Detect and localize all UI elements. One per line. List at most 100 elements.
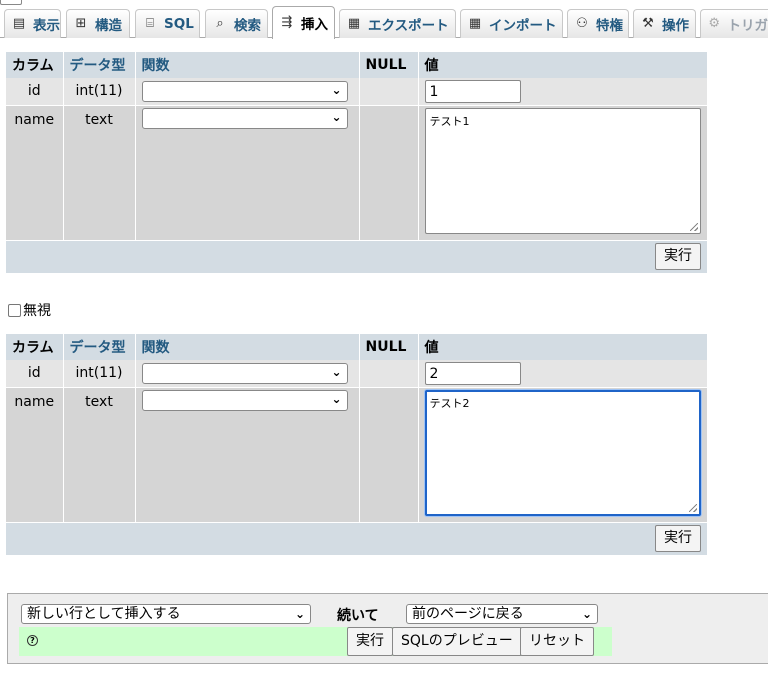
function-header[interactable]: 関数	[135, 52, 360, 78]
tab-sql[interactable]: ⌸ SQL	[135, 9, 200, 38]
chevron-down-icon: ⌄	[581, 607, 592, 621]
browse-icon: ▤	[12, 16, 26, 31]
function-select[interactable]: ⌄	[141, 389, 348, 411]
null-header: NULL	[359, 52, 419, 78]
tab-label: トリガ	[727, 18, 768, 34]
field-row-id: id int(11) ⌄ 1	[6, 78, 708, 106]
function-select[interactable]: ⌄	[141, 362, 348, 384]
tab-label: SQL	[164, 16, 194, 32]
value-input-id[interactable]: 1	[424, 79, 521, 103]
tab-label: 表示	[33, 18, 60, 34]
tab-label: 挿入	[301, 17, 328, 33]
chevron-down-icon: ⌄	[331, 391, 342, 406]
search-icon: ⌕	[216, 16, 224, 31]
insert-icon: ⇶	[281, 15, 293, 30]
tab-search[interactable]: ⌕ 検索	[205, 9, 268, 38]
collapsed-panel-button[interactable]	[0, 0, 22, 5]
insert-table-row-1: カラム データ型 関数 NULL 値 id int(11) ⌄ 1 name t…	[6, 52, 708, 273]
field-name: name	[6, 387, 64, 522]
table-tabs: ▤ 表示 ⊞ 構造 ⌸ SQL ⌕ 検索 ⇶ 挿入 ▦ エクスポート ▦ インポ…	[0, 6, 768, 39]
tab-label: エクスポート	[368, 18, 449, 34]
insert-table-row-2: カラム データ型 関数 NULL 値 id int(11) ⌄ 2 name t…	[6, 334, 708, 555]
value-cell: 1	[418, 78, 708, 106]
go-button[interactable]: 実行	[347, 627, 393, 656]
operations-icon: ⚒	[642, 16, 654, 31]
tab-insert[interactable]: ⇶ 挿入	[272, 6, 335, 39]
tab-browse[interactable]: ▤ 表示	[4, 9, 61, 38]
and-then-label: 続いて	[337, 608, 379, 624]
preview-sql-button[interactable]: SQLのプレビュー	[392, 627, 522, 656]
go-button[interactable]: 実行	[655, 525, 701, 553]
function-header[interactable]: 関数	[135, 334, 360, 360]
value-header: 値	[418, 334, 708, 360]
type-header[interactable]: データ型	[63, 334, 136, 360]
field-type: text	[63, 387, 136, 522]
after-insert-value: 前のページに戻る	[412, 606, 524, 622]
resize-handle[interactable]	[689, 222, 698, 231]
privileges-icon: ⚇	[576, 16, 588, 31]
tab-label: インポート	[489, 18, 557, 34]
chevron-down-icon: ⌄	[331, 109, 342, 124]
chevron-down-icon: ⌄	[294, 607, 305, 621]
column-header: カラム	[6, 52, 64, 78]
function-select[interactable]: ⌄	[141, 107, 348, 129]
tab-import[interactable]: ▦ インポート	[460, 9, 563, 38]
tab-label: 構造	[95, 18, 122, 34]
value-header: 値	[418, 52, 708, 78]
field-name: id	[6, 360, 64, 388]
value-cell: 2	[418, 360, 708, 388]
resize-handle[interactable]	[688, 503, 697, 512]
tab-privileges[interactable]: ⚇ 特権	[567, 9, 629, 38]
null-header: NULL	[359, 334, 419, 360]
sql-icon: ⌸	[146, 16, 154, 31]
row-footer: 実行	[6, 239, 707, 273]
row-footer: 実行	[6, 521, 707, 555]
ignore-checkbox[interactable]	[8, 303, 21, 317]
null-cell	[359, 387, 419, 522]
function-cell: ⌄	[135, 360, 360, 388]
null-cell	[359, 78, 419, 106]
field-row-id: id int(11) ⌄ 2	[6, 360, 708, 388]
chevron-down-icon: ⌄	[331, 364, 342, 379]
insert-mode-value: 新しい行として挿入する	[27, 606, 181, 622]
chevron-down-icon: ⌄	[331, 82, 342, 97]
value-textarea-name[interactable]: テスト1	[424, 107, 701, 234]
submit-options-panel: 新しい行として挿入する ⌄ 続いて 前のページに戻る ⌄ ? 実行 SQLのプレ…	[7, 593, 768, 664]
function-cell: ⌄	[135, 387, 360, 522]
field-type: int(11)	[63, 360, 136, 388]
ignore-label: 無視	[23, 303, 51, 319]
help-icon[interactable]: ?	[27, 635, 38, 646]
go-button[interactable]: 実行	[655, 243, 701, 271]
tab-triggers[interactable]: ⚙ トリガ	[700, 9, 768, 38]
ignore-option[interactable]: 無視	[8, 300, 51, 320]
textarea-value: テスト2	[429, 396, 470, 410]
triggers-icon: ⚙	[708, 16, 721, 31]
tab-structure[interactable]: ⊞ 構造	[66, 9, 130, 38]
null-cell	[359, 105, 419, 240]
insert-mode-select[interactable]: 新しい行として挿入する ⌄	[21, 604, 311, 624]
after-insert-select[interactable]: 前のページに戻る ⌄	[406, 604, 598, 624]
tab-label: 検索	[234, 18, 261, 34]
value-cell: テスト2	[418, 387, 708, 522]
null-cell	[359, 360, 419, 388]
import-icon: ▦	[468, 16, 482, 31]
field-type: int(11)	[63, 78, 136, 106]
reset-button[interactable]: リセット	[520, 627, 594, 656]
tab-export[interactable]: ▦ エクスポート	[339, 9, 456, 38]
field-name: id	[6, 78, 64, 106]
field-row-name: name text ⌄ テスト2	[6, 387, 708, 522]
function-select[interactable]: ⌄	[141, 80, 348, 102]
value-input-id[interactable]: 2	[424, 361, 521, 385]
function-cell: ⌄	[135, 78, 360, 106]
field-row-name: name text ⌄ テスト1	[6, 105, 708, 240]
field-type: text	[63, 105, 136, 240]
tab-operations[interactable]: ⚒ 操作	[633, 9, 696, 38]
export-icon: ▦	[347, 16, 361, 31]
tab-label: 特権	[596, 18, 623, 34]
textarea-value: テスト1	[429, 114, 470, 128]
type-header[interactable]: データ型	[63, 52, 136, 78]
tab-label: 操作	[662, 18, 689, 34]
action-bar: ? 実行 SQLのプレビュー リセット	[19, 627, 612, 656]
field-name: name	[6, 105, 64, 240]
value-textarea-name[interactable]: テスト2	[424, 389, 701, 516]
